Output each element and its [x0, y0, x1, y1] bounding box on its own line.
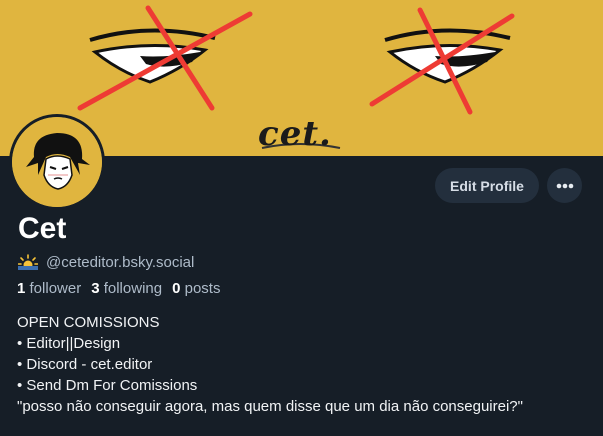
bio-line: OPEN COMISSIONS	[17, 314, 160, 331]
display-name: Cet	[18, 212, 67, 245]
edit-profile-button[interactable]: Edit Profile	[435, 168, 539, 203]
handle-row: @ceteditor.bsky.social	[18, 252, 194, 272]
following-label: following	[103, 280, 163, 297]
avatar[interactable]	[9, 114, 105, 210]
edit-profile-label: Edit Profile	[450, 177, 524, 194]
profile-stats: 1 follower 3 following 0 posts	[17, 280, 220, 297]
posts-stat: 0 posts	[172, 280, 220, 297]
right-cross-mark	[369, 7, 515, 115]
more-options-button[interactable]	[547, 168, 582, 203]
bio-line: • Discord - cet.editor	[17, 356, 153, 373]
handle-text: @ceteditor.bsky.social	[46, 253, 195, 271]
following-count: 3	[91, 280, 100, 297]
following-link[interactable]: 3 following	[91, 280, 162, 297]
followers-count: 1	[17, 280, 26, 297]
bio-line: "posso não conseguir agora, mas quem dis…	[17, 398, 523, 415]
posts-count: 0	[172, 280, 181, 297]
posts-label: posts	[184, 280, 221, 297]
followers-label: follower	[29, 280, 82, 297]
ellipsis-icon	[556, 183, 573, 188]
bio-line: • Editor||Design	[17, 335, 121, 352]
sun-horizon-emoji-icon	[18, 254, 38, 270]
banner-signature: cet.	[258, 114, 332, 154]
cartoon-face-icon	[12, 117, 102, 207]
bio-line: • Send Dm For Comissions	[17, 377, 198, 394]
profile-bio: OPEN COMISSIONS • Editor||Design • Disco…	[17, 312, 597, 417]
followers-link[interactable]: 1 follower	[17, 280, 81, 297]
